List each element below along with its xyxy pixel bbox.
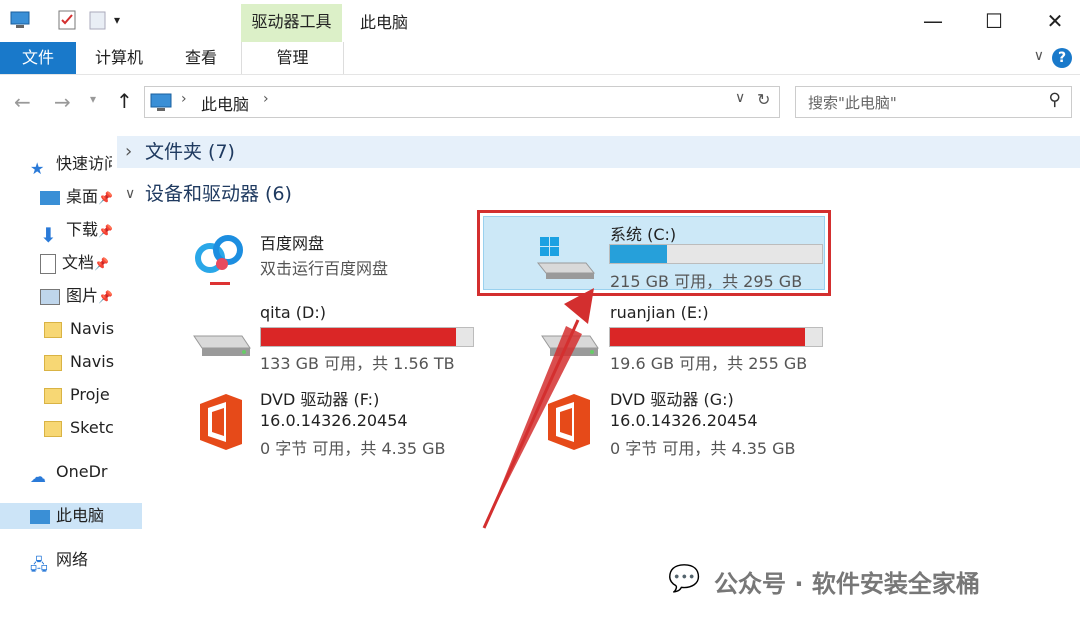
- desktop-icon: [40, 190, 60, 205]
- usage-bar: [609, 244, 823, 264]
- breadcrumb-chevron-icon[interactable]: ›: [263, 91, 269, 107]
- pin-icon: 📌: [94, 257, 109, 271]
- window-title: 此电脑: [360, 13, 409, 32]
- properties-icon[interactable]: [56, 9, 78, 31]
- minimize-button[interactable]: —: [918, 8, 948, 34]
- star-icon: ★: [30, 158, 45, 178]
- pin-icon: 📌: [98, 191, 113, 205]
- sidebar-item-desktop[interactable]: 桌面📌: [40, 184, 122, 210]
- drive-item-d[interactable]: qita (D:) 133 GB 可用，共 1.56 TB: [190, 300, 480, 373]
- search-icon[interactable]: ⚲: [1049, 90, 1061, 110]
- address-bar[interactable]: › 此电脑 › ∨ ↻: [144, 86, 780, 118]
- usage-fill: [261, 328, 457, 346]
- group-devices[interactable]: ∨ 设备和驱动器 (6): [117, 178, 1080, 210]
- maximize-button[interactable]: ☐: [979, 8, 1009, 34]
- sidebar-item-documents[interactable]: 文档📌: [40, 250, 122, 276]
- onedrive-icon: ☁: [30, 466, 46, 486]
- download-icon: ⬇: [40, 222, 57, 244]
- tab-manage[interactable]: 管理: [241, 42, 344, 74]
- sidebar-item-folder[interactable]: Proje: [44, 382, 126, 408]
- group-folders[interactable]: › 文件夹 (7): [117, 136, 1080, 168]
- windows-drive-icon: [536, 237, 596, 279]
- title-bar: ▾ 驱动器工具 此电脑 — ☐ ✕: [0, 0, 1080, 42]
- computer-icon: [30, 509, 50, 524]
- tab-file[interactable]: 文件: [0, 42, 76, 74]
- pin-icon: 📌: [98, 290, 113, 304]
- search-input[interactable]: 搜索"此电脑" ⚲: [795, 86, 1072, 118]
- folder-icon: [44, 354, 62, 371]
- chevron-right-icon: ›: [125, 141, 133, 162]
- breadcrumb[interactable]: 此电脑: [201, 91, 249, 115]
- recent-locations-icon[interactable]: ▾: [90, 92, 96, 106]
- sidebar-item-onedrive[interactable]: ☁ OneDr: [30, 459, 112, 485]
- drive-item-c[interactable]: 系统 (C:) 215 GB 可用，共 295 GB: [483, 216, 825, 291]
- drive-item-f[interactable]: DVD 驱动器 (F:) 16.0.14326.20454 0 字节 可用，共 …: [190, 384, 480, 460]
- wechat-icon: 💬: [668, 564, 701, 594]
- sidebar-item-this-pc[interactable]: 此电脑: [0, 503, 142, 529]
- tab-view[interactable]: 查看: [172, 42, 230, 74]
- picture-icon: [40, 288, 60, 305]
- usage-fill: [610, 245, 668, 263]
- network-icon: 🖧: [30, 554, 48, 574]
- breadcrumb-separator-icon: ›: [181, 91, 187, 107]
- annotation-arrow-icon: [482, 288, 594, 529]
- sidebar-item-folder[interactable]: Navis: [44, 349, 126, 375]
- sidebar-item-folder[interactable]: Navis: [44, 316, 126, 342]
- sidebar-item-network[interactable]: 🖧 网络: [30, 547, 112, 573]
- help-icon[interactable]: ?: [1052, 48, 1072, 68]
- sidebar-item-quick-access[interactable]: ★快速访问: [30, 151, 112, 177]
- new-folder-icon[interactable]: [87, 9, 109, 31]
- refresh-icon[interactable]: ↻: [757, 90, 770, 109]
- sidebar-item-folder[interactable]: Sketc: [44, 415, 126, 441]
- back-button[interactable]: ←: [14, 90, 31, 114]
- pin-icon: 📌: [98, 224, 113, 238]
- computer-icon[interactable]: [9, 9, 31, 31]
- hard-drive-icon: [193, 335, 251, 356]
- usage-bar: [260, 327, 474, 347]
- office-icon: [200, 394, 242, 450]
- address-history-icon[interactable]: ∨: [735, 90, 745, 106]
- computer-icon: [149, 91, 173, 117]
- context-tab-drive-tools: 驱动器工具: [241, 4, 342, 42]
- folder-icon: [44, 420, 62, 437]
- folder-icon: [44, 321, 62, 338]
- chevron-down-icon: ∨: [125, 186, 136, 202]
- customize-quick-access-icon[interactable]: ▾: [114, 9, 136, 31]
- forward-button[interactable]: →: [54, 90, 71, 114]
- tab-computer[interactable]: 计算机: [86, 42, 152, 74]
- up-button[interactable]: ↑: [116, 89, 133, 113]
- close-button[interactable]: ✕: [1040, 8, 1070, 34]
- document-icon: [40, 253, 56, 274]
- usage-fill: [610, 328, 806, 346]
- search-placeholder: 搜索"此电脑": [808, 94, 897, 112]
- baidu-netdisk-icon: [195, 235, 243, 285]
- sidebar-item-pictures[interactable]: 图片📌: [40, 283, 122, 309]
- ribbon-tabs: 文件 计算机 查看 管理 ∨ ?: [0, 42, 1080, 75]
- sidebar-item-downloads[interactable]: ⬇ 下载📌: [40, 217, 122, 243]
- watermark: 💬 公众号 · 软件安装全家桶: [668, 564, 980, 598]
- drive-item-baidu[interactable]: 百度网盘 双击运行百度网盘: [190, 222, 450, 292]
- folder-icon: [44, 387, 62, 404]
- usage-bar: [609, 327, 823, 347]
- expand-ribbon-icon[interactable]: ∨: [1034, 48, 1044, 64]
